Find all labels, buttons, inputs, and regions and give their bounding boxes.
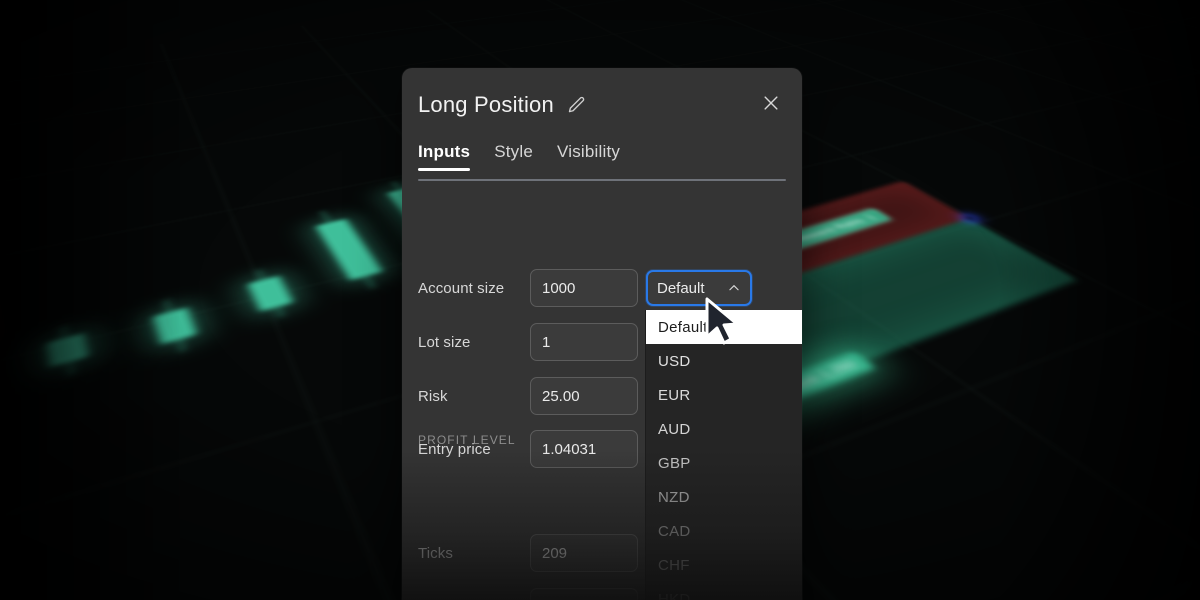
lot-size-input[interactable]: 1: [530, 323, 638, 361]
dropdown-option-gbp[interactable]: GBP: [646, 446, 802, 480]
label-risk: Risk: [418, 387, 448, 405]
dialog-title: Long Position: [418, 92, 554, 117]
dropdown-option-aud[interactable]: AUD: [646, 412, 802, 446]
profit-level-header: PROFIT LEVEL: [418, 433, 516, 447]
dropdown-option-hkd[interactable]: HKD: [646, 582, 802, 600]
dropdown-option-nzd[interactable]: NZD: [646, 480, 802, 514]
label-lot-size: Lot size: [418, 333, 471, 351]
dropdown-option-eur[interactable]: EUR: [646, 378, 802, 412]
label-profit-ticks: Ticks: [418, 544, 453, 562]
chevron-up-icon: [729, 285, 739, 291]
entry-price-input[interactable]: 1.04031: [530, 430, 638, 468]
screen: Risk 0.00209 (0.20%) 20 $ Amount 1,250 O…: [0, 0, 1200, 600]
dialog-header: Long Position: [418, 88, 786, 122]
tab-divider: [418, 179, 786, 181]
profit-price-input[interactable]: 1.04240: [530, 588, 638, 600]
label-account-size: Account size: [418, 279, 505, 297]
close-button[interactable]: [756, 88, 786, 118]
long-position-dialog: Long Position Inputs Style Visibility Ac…: [402, 68, 802, 600]
dropdown-option-default[interactable]: Default: [646, 310, 802, 344]
account-size-input[interactable]: 1000: [530, 269, 638, 307]
risk-input[interactable]: 25.00: [530, 377, 638, 415]
dropdown-option-usd[interactable]: USD: [646, 344, 802, 378]
profit-ticks-input[interactable]: 209: [530, 534, 638, 572]
currency-select-value: Default: [657, 279, 705, 297]
pencil-icon[interactable]: [566, 95, 587, 116]
currency-select[interactable]: Default: [646, 270, 752, 306]
dialog-tabs: Inputs Style Visibility: [418, 142, 620, 171]
tab-inputs[interactable]: Inputs: [418, 142, 471, 171]
dropdown-option-chf[interactable]: CHF: [646, 548, 802, 582]
dropdown-option-cad[interactable]: CAD: [646, 514, 802, 548]
tab-visibility[interactable]: Visibility: [557, 142, 620, 171]
currency-dropdown-list[interactable]: Default USD EUR AUD GBP NZD CAD CHF HKD …: [646, 310, 802, 600]
tab-style[interactable]: Style: [494, 142, 533, 171]
